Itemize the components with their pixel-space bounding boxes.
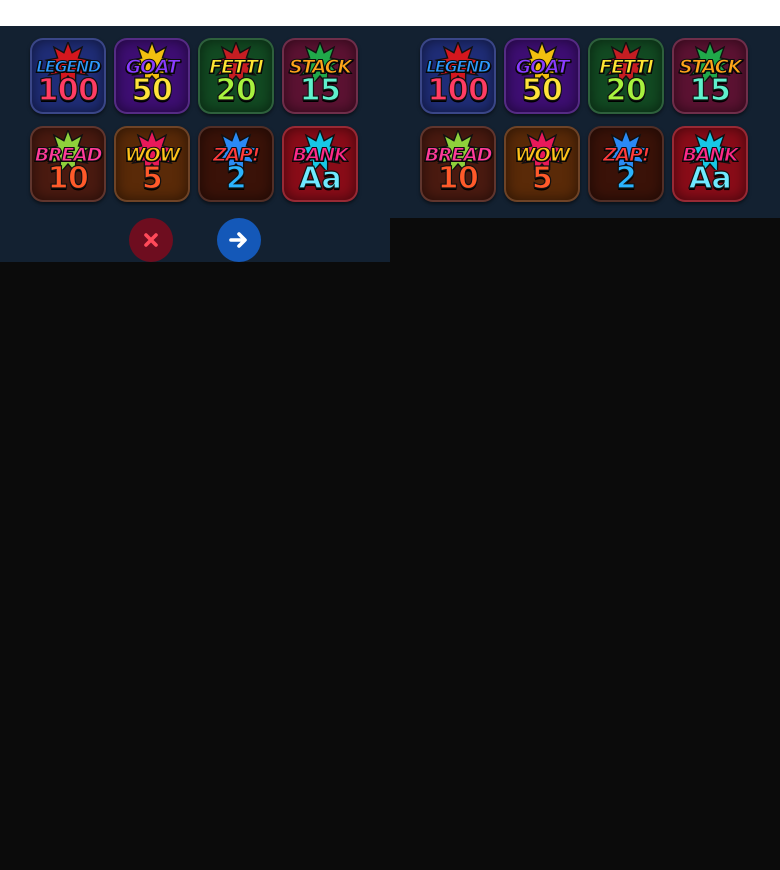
sticker-goat[interactable]: GOAT 50 [114,38,190,114]
sticker-bank[interactable]: BANK Aa [672,126,748,202]
sticker-value: 5 [141,161,163,196]
sticker-bread[interactable]: BREAD 10 [30,126,106,202]
picker-actions [0,218,390,262]
close-icon [144,233,158,247]
sticker-grid: LEGEND 100 GOAT 50 FETTI 20 STACK 15 BREAD 10 WOW 5… [30,38,358,202]
arrow-right-icon [229,232,247,248]
sticker-value: 50 [521,73,563,108]
sticker-stack[interactable]: STACK 15 [672,38,748,114]
sticker-bank[interactable]: BANK Aa [282,126,358,202]
sticker-picker-panel: LEGEND 100 GOAT 50 FETTI 20 STACK 15 BREAD 10 WOW 5… [0,26,390,262]
sticker-value: 2 [225,161,247,196]
sticker-value: 15 [299,73,341,108]
sticker-value: 2 [615,161,637,196]
next-button[interactable] [217,218,261,262]
sticker-value: 5 [531,161,553,196]
sticker-preview-panel: LEGEND 100 GOAT 50 FETTI 20 STACK 15 BREAD 10 WOW 5… [390,26,780,218]
sticker-wow[interactable]: WOW 5 [114,126,190,202]
sticker-value: Aa [688,161,732,196]
sticker-value: 50 [131,73,173,108]
sticker-grid-preview: LEGEND 100 GOAT 50 FETTI 20 STACK 15 BREAD 10 WOW 5… [420,38,748,202]
sticker-value: 15 [689,73,731,108]
sticker-value: 10 [437,161,479,196]
close-button[interactable] [129,218,173,262]
sticker-fetti[interactable]: FETTI 20 [588,38,664,114]
sticker-legend[interactable]: LEGEND 100 [30,38,106,114]
sticker-goat[interactable]: GOAT 50 [504,38,580,114]
sticker-value: 20 [215,73,257,108]
sticker-value: Aa [298,161,342,196]
sticker-bread[interactable]: BREAD 10 [420,126,496,202]
top-bar [0,0,780,26]
sticker-value: 20 [605,73,647,108]
sticker-legend[interactable]: LEGEND 100 [420,38,496,114]
sticker-value: 100 [37,73,100,108]
sticker-wow[interactable]: WOW 5 [504,126,580,202]
sticker-zap[interactable]: ZAP! 2 [588,126,664,202]
sticker-value: 10 [47,161,89,196]
sticker-stack[interactable]: STACK 15 [282,38,358,114]
sticker-zap[interactable]: ZAP! 2 [198,126,274,202]
sticker-value: 100 [427,73,490,108]
sticker-fetti[interactable]: FETTI 20 [198,38,274,114]
